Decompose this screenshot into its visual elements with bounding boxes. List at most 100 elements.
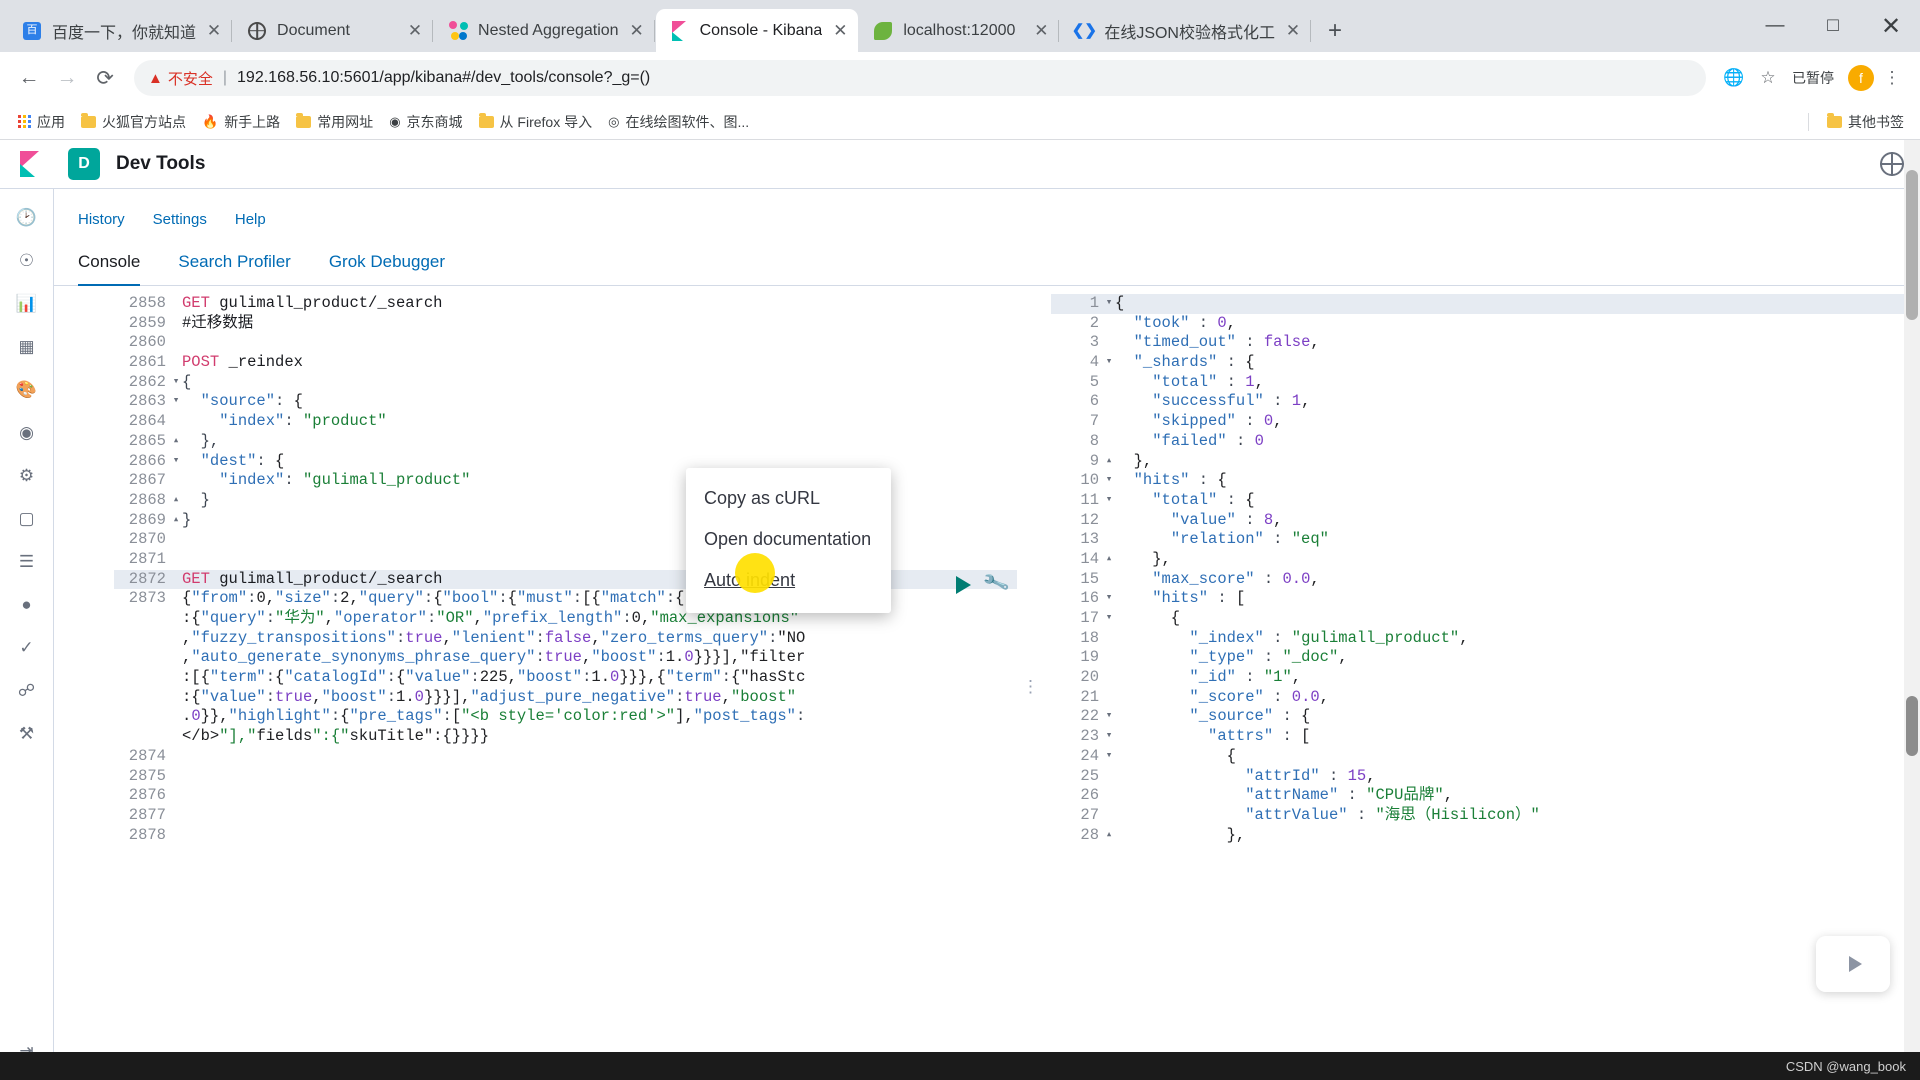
fold-toggle-icon[interactable]	[170, 333, 182, 353]
bookmark-common-sites[interactable]: 常用网址	[288, 109, 381, 135]
sidebar-item-machine-learning[interactable]: ⚙	[14, 463, 40, 489]
editor-line[interactable]: 2863 ▾ "source": {	[114, 392, 1017, 412]
minimize-button[interactable]: —	[1746, 4, 1804, 48]
bookmark-other[interactable]: 其他书签	[1819, 109, 1912, 135]
menu-item-auto-indent[interactable]: Auto indent	[686, 560, 891, 601]
nav-history[interactable]: History	[78, 211, 125, 228]
bookmark-diagram-tools[interactable]: ◎ 在线绘图软件、图...	[600, 109, 757, 135]
chrome-menu-icon[interactable]: ⋮	[1876, 62, 1908, 94]
fold-toggle-icon[interactable]: ▾	[170, 452, 182, 472]
new-tab-button[interactable]: +	[1318, 14, 1352, 48]
paused-status[interactable]: 已暂停	[1786, 68, 1840, 88]
editor-line[interactable]: 2878	[114, 826, 1017, 846]
fold-toggle-icon[interactable]	[1103, 786, 1115, 806]
sidebar-item-dashboard[interactable]: ▦	[14, 334, 40, 360]
browser-tab-document[interactable]: Document ✕	[233, 9, 434, 52]
browser-tab-json-formatter[interactable]: ❮❯ 在线JSON校验格式化工 ✕	[1060, 9, 1311, 52]
editor-line[interactable]: :[{"term":{"catalogId":{"value":225,"boo…	[114, 668, 1017, 688]
fold-toggle-icon[interactable]	[170, 826, 182, 846]
fold-toggle-icon[interactable]	[170, 609, 182, 629]
fold-toggle-icon[interactable]: ▾	[1103, 747, 1115, 767]
tab-search-profiler[interactable]: Search Profiler	[178, 252, 290, 285]
fold-toggle-icon[interactable]: ▾	[1103, 471, 1115, 491]
sidebar-item-visualize[interactable]: 📊	[14, 291, 40, 317]
editor-line[interactable]: </b>"],"fields":{"skuTitle":{}}}}	[114, 727, 1017, 747]
reload-button[interactable]: ⟳	[88, 61, 122, 95]
sidebar-item-discover[interactable]: ☉	[14, 248, 40, 274]
tab-console[interactable]: Console	[78, 252, 141, 286]
fold-toggle-icon[interactable]	[170, 767, 182, 787]
fold-toggle-icon[interactable]	[170, 668, 182, 688]
editor-line[interactable]: .0}},"highlight":{"pre_tags":["<b style=…	[114, 707, 1017, 727]
fold-toggle-icon[interactable]	[1103, 806, 1115, 826]
tab-close-icon[interactable]: ✕	[403, 19, 427, 43]
bookmark-firefox-official[interactable]: 火狐官方站点	[73, 109, 194, 135]
editor-line[interactable]: 2864 "index": "product"	[114, 412, 1017, 432]
fold-toggle-icon[interactable]	[170, 412, 182, 432]
request-editor[interactable]: 2858 GET gulimall_product/_search 2859 #迁移数…	[114, 294, 1017, 1080]
editor-line[interactable]: 2875	[114, 767, 1017, 787]
fold-toggle-icon[interactable]: ▾	[170, 392, 182, 412]
tab-close-icon[interactable]: ✕	[1281, 19, 1305, 43]
fold-toggle-icon[interactable]	[170, 570, 182, 590]
bookmark-getting-started[interactable]: 🔥 新手上路	[194, 109, 288, 135]
browser-tab-localhost-12000[interactable]: localhost:12000 ✕	[859, 9, 1060, 52]
console-splitter[interactable]: ⋮	[1017, 294, 1045, 1080]
tab-close-icon[interactable]: ✕	[202, 19, 226, 43]
fold-toggle-icon[interactable]	[1103, 688, 1115, 708]
editor-line[interactable]: 2862 ▾{	[114, 373, 1017, 393]
fold-toggle-icon[interactable]: ▾	[1103, 491, 1115, 511]
menu-item-open-documentation[interactable]: Open documentation	[686, 519, 891, 560]
fold-toggle-icon[interactable]: ▴	[170, 511, 182, 531]
fold-toggle-icon[interactable]: ▾	[170, 373, 182, 393]
fold-toggle-icon[interactable]: ▴	[170, 491, 182, 511]
fold-toggle-icon[interactable]	[170, 589, 182, 609]
editor-line[interactable]: ,"fuzzy_transpositions":true,"lenient":f…	[114, 629, 1017, 649]
nav-settings[interactable]: Settings	[153, 211, 207, 228]
space-avatar[interactable]: D	[68, 148, 100, 180]
sidebar-item-infrastructure[interactable]: ▢	[14, 506, 40, 532]
editor-line[interactable]: 2877	[114, 806, 1017, 826]
wrench-icon[interactable]: 🔧	[982, 570, 1012, 599]
fold-toggle-icon[interactable]	[1103, 767, 1115, 787]
fold-toggle-icon[interactable]	[170, 747, 182, 767]
sidebar-item-logs[interactable]: ☰	[14, 549, 40, 575]
help-globe-icon[interactable]	[1880, 152, 1904, 176]
fold-toggle-icon[interactable]	[1103, 432, 1115, 452]
fold-toggle-icon[interactable]	[170, 648, 182, 668]
fold-toggle-icon[interactable]	[170, 688, 182, 708]
fold-toggle-icon[interactable]: ▾	[1103, 294, 1115, 314]
fold-toggle-icon[interactable]: ▴	[1103, 826, 1115, 846]
fold-toggle-icon[interactable]	[170, 530, 182, 550]
browser-tab-baidu[interactable]: 百 百度一下，你就知道 ✕	[8, 9, 233, 52]
play-triangle-icon[interactable]	[956, 575, 972, 594]
fold-toggle-icon[interactable]	[1103, 629, 1115, 649]
response-viewer[interactable]: 1 ▾{2 "took" : 0, 3 "timed_out" : false, 4 ▾…	[1045, 294, 1920, 1080]
fold-toggle-icon[interactable]	[1103, 648, 1115, 668]
browser-tab-console-kibana[interactable]: Console - Kibana ✕	[655, 9, 859, 52]
fold-toggle-icon[interactable]: ▴	[170, 432, 182, 452]
fold-toggle-icon[interactable]	[1103, 530, 1115, 550]
sidebar-item-canvas[interactable]: 🎨	[14, 377, 40, 403]
sidebar-item-recently-viewed[interactable]: 🕑	[14, 205, 40, 231]
bookmark-import-from-firefox[interactable]: 从 Firefox 导入	[471, 109, 601, 135]
tab-grok-debugger[interactable]: Grok Debugger	[329, 252, 445, 285]
editor-line[interactable]: ,"auto_generate_synonyms_phrase_query":t…	[114, 648, 1017, 668]
fold-toggle-icon[interactable]: ▴	[1103, 452, 1115, 472]
sidebar-item-dev-tools[interactable]: ⚒	[14, 721, 40, 747]
sidebar-item-maps[interactable]: ◉	[14, 420, 40, 446]
sidebar-item-apm[interactable]: ●	[14, 592, 40, 618]
fold-toggle-icon[interactable]	[170, 353, 182, 373]
fold-toggle-icon[interactable]	[170, 707, 182, 727]
fold-toggle-icon[interactable]	[1103, 373, 1115, 393]
sidebar-item-uptime[interactable]: ✓	[14, 635, 40, 661]
editor-line[interactable]: 2865 ▴ },	[114, 432, 1017, 452]
bookmark-apps[interactable]: 应用	[10, 109, 73, 135]
fold-toggle-icon[interactable]	[1103, 511, 1115, 531]
play-triangle-icon[interactable]	[1848, 956, 1862, 972]
forward-button[interactable]: →	[50, 61, 84, 95]
fold-toggle-icon[interactable]	[170, 629, 182, 649]
fold-toggle-icon[interactable]	[170, 314, 182, 334]
fold-toggle-icon[interactable]	[1103, 314, 1115, 334]
editor-line[interactable]: :{"value":true,"boost":1.0}}}],"adjust_p…	[114, 688, 1017, 708]
